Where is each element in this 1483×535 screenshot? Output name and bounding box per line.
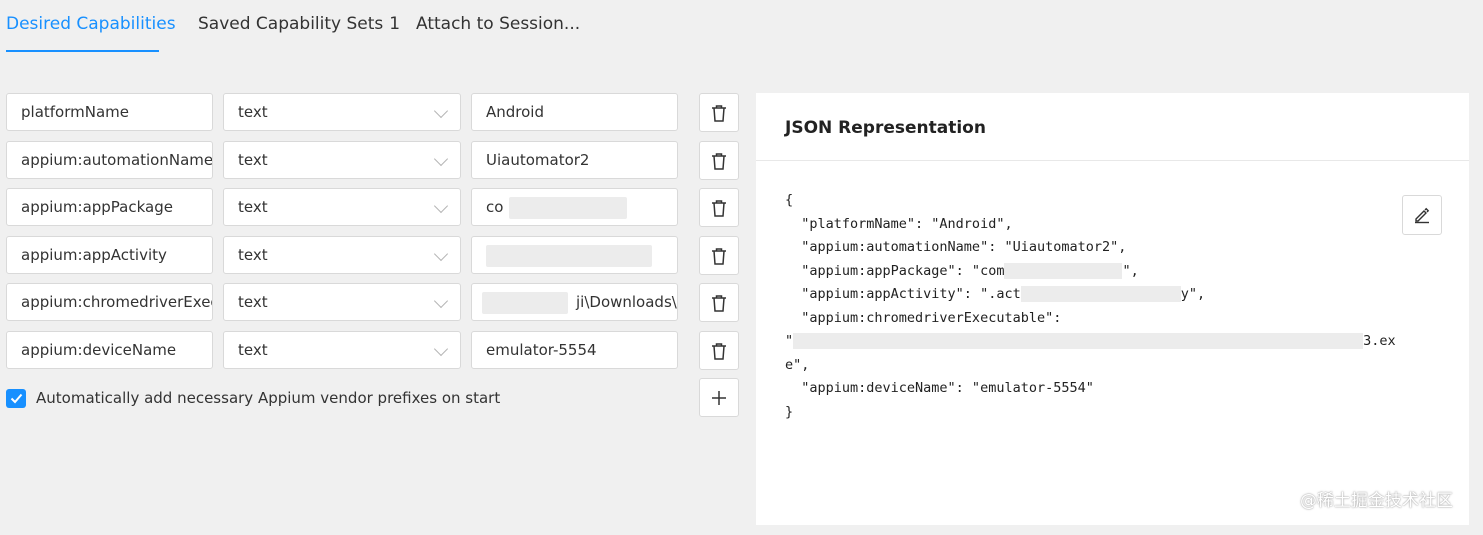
- capability-type-text: text: [238, 198, 268, 216]
- json-line-end: y",: [1180, 286, 1206, 302]
- capability-type-text: text: [238, 293, 268, 311]
- capability-value-input[interactable]: co: [471, 188, 678, 226]
- json-line: "appium:appActivity": ".act: [785, 286, 1021, 302]
- delete-capability-button[interactable]: [699, 141, 739, 180]
- vendor-prefix-label: Automatically add necessary Appium vendo…: [36, 389, 501, 407]
- capability-type-select[interactable]: text: [223, 93, 461, 131]
- chevron-down-icon: [433, 341, 449, 357]
- capability-type-select[interactable]: text: [223, 141, 461, 179]
- tab-attach-to-session[interactable]: Attach to Session...: [416, 14, 580, 52]
- redacted-value: [482, 291, 568, 314]
- redacted-value: [1020, 286, 1181, 302]
- json-line: }: [785, 403, 794, 420]
- redacted-value: [486, 244, 652, 267]
- capability-name-text: appium:deviceName: [21, 341, 177, 359]
- json-line: "appium:automationName": "Uiautomator2",: [785, 239, 1127, 255]
- capability-type-select[interactable]: text: [223, 283, 461, 321]
- capability-type-select[interactable]: text: [223, 188, 461, 226]
- tab-desired-capabilities[interactable]: Desired Capabilities: [6, 14, 176, 52]
- trash-icon: [712, 294, 726, 312]
- delete-capability-button[interactable]: [699, 93, 739, 132]
- capability-type-text: text: [238, 246, 268, 264]
- delete-capability-button[interactable]: [699, 236, 739, 275]
- capability-value-input[interactable]: Android: [471, 93, 678, 131]
- capability-value-input[interactable]: Uiautomator2: [471, 141, 678, 179]
- json-line: "appium:deviceName": "emulator-5554": [785, 380, 1094, 396]
- trash-icon: [712, 199, 726, 217]
- capability-name-input[interactable]: appium:chromedriverExecu: [6, 283, 213, 321]
- capability-value-text: co: [486, 198, 504, 216]
- chevron-down-icon: [433, 198, 449, 214]
- delete-capability-button[interactable]: [699, 188, 739, 227]
- capability-name-text: appium:appPackage: [21, 198, 173, 216]
- capability-type-select[interactable]: text: [223, 331, 461, 369]
- redacted-value: [1004, 262, 1123, 279]
- capability-value-input[interactable]: ji\Downloads\(: [471, 283, 678, 321]
- tab-label: Saved Capability Sets: [198, 14, 384, 34]
- trash-icon: [712, 247, 726, 265]
- json-line: "platformName": "Android",: [785, 215, 1013, 232]
- vendor-prefix-checkbox[interactable]: [6, 389, 26, 408]
- capability-value-input[interactable]: emulator-5554: [471, 331, 678, 369]
- panel-title: JSON Representation: [785, 118, 986, 138]
- capability-name-text: appium:appActivity: [21, 246, 167, 264]
- capability-value-text: ji\Downloads\(: [576, 293, 678, 311]
- capability-type-text: text: [238, 103, 268, 121]
- capability-name-text: platformName: [21, 103, 129, 121]
- json-representation-panel: JSON Representation { "platformName": "A…: [756, 93, 1469, 525]
- tab-label: Desired Capabilities: [6, 14, 176, 34]
- trash-icon: [712, 342, 726, 360]
- tab-label: Attach to Session...: [416, 14, 581, 34]
- chevron-down-icon: [433, 103, 449, 119]
- capability-name-input[interactable]: appium:deviceName: [6, 331, 213, 369]
- capability-value-text: Android: [486, 103, 544, 121]
- delete-capability-button[interactable]: [699, 283, 739, 322]
- trash-icon: [712, 104, 726, 122]
- capability-value-input[interactable]: [471, 236, 678, 274]
- delete-capability-button[interactable]: [699, 331, 739, 370]
- capability-type-select[interactable]: text: [223, 236, 461, 274]
- checkmark-icon: [10, 393, 22, 404]
- redacted-value: [793, 333, 1364, 349]
- json-code: { "platformName": "Android", "appium:aut…: [785, 189, 1445, 424]
- chevron-down-icon: [433, 151, 449, 167]
- redacted-value: [509, 196, 628, 219]
- json-line: "appium:appPackage": "com: [785, 262, 1005, 279]
- pencil-icon: [1415, 207, 1430, 224]
- json-line: e",: [785, 356, 810, 373]
- capability-name-input[interactable]: platformName: [6, 93, 213, 131]
- capability-name-input[interactable]: appium:automationName: [6, 141, 213, 179]
- watermark: @稀土掘金技术社区: [1300, 491, 1453, 511]
- capability-name-input[interactable]: appium:appPackage: [6, 188, 213, 226]
- plus-icon: [712, 390, 726, 405]
- json-line-end: 3.ex: [1363, 333, 1396, 349]
- capability-name-text: appium:chromedriverExecu: [21, 293, 213, 311]
- add-capability-button[interactable]: [699, 378, 739, 417]
- capability-value-text: emulator-5554: [486, 341, 597, 359]
- json-line: "appium:chromedriverExecutable":: [785, 309, 1062, 326]
- chevron-down-icon: [433, 293, 449, 309]
- capability-value-text: Uiautomator2: [486, 151, 590, 169]
- capability-name-text: appium:automationName: [21, 151, 213, 169]
- panel-header: JSON Representation: [756, 93, 1469, 161]
- chevron-down-icon: [433, 246, 449, 262]
- capability-name-input[interactable]: appium:appActivity: [6, 236, 213, 274]
- json-line: ": [785, 333, 794, 349]
- capability-type-text: text: [238, 151, 268, 169]
- json-line-end: ",: [1122, 262, 1139, 279]
- tab-count-badge: 1: [389, 14, 401, 34]
- capability-type-text: text: [238, 341, 268, 359]
- edit-json-button[interactable]: [1402, 195, 1442, 235]
- json-line: {: [785, 192, 794, 208]
- tab-bar: Desired Capabilities Saved Capability Se…: [0, 0, 1483, 52]
- tab-saved-capability-sets[interactable]: Saved Capability Sets 1: [198, 14, 400, 52]
- trash-icon: [712, 152, 726, 170]
